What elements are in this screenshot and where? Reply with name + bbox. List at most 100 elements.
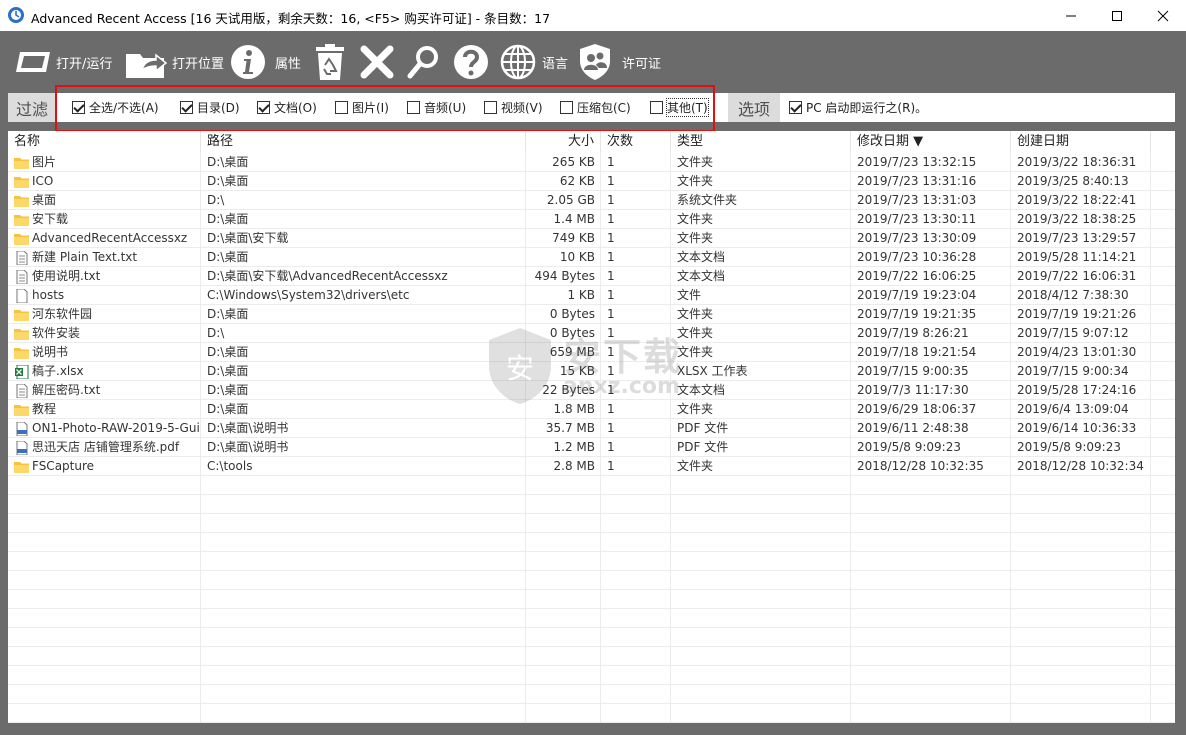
column-header-created[interactable]: 创建日期: [1011, 131, 1151, 153]
cell-created: 2019/5/8 9:09:23: [1017, 440, 1121, 454]
folder-icon: [14, 232, 30, 246]
cell-size: 1 KB: [567, 288, 595, 302]
recycle-button[interactable]: [314, 31, 346, 93]
close-button[interactable]: [1140, 0, 1186, 31]
cell-size: 10 KB: [559, 250, 595, 264]
minimize-button[interactable]: [1048, 0, 1094, 31]
cell-name: 安下载: [8, 210, 201, 229]
file-name: 图片: [32, 155, 57, 169]
cell-path: D:\桌面: [207, 345, 249, 359]
cell-size: 2.8 MB: [553, 459, 595, 473]
checkbox-label: 音频(U): [424, 100, 467, 115]
cell-name: 说明书: [8, 343, 201, 362]
table-row[interactable]: 教程 D:\桌面 1.8 MB 1 文件夹 2019/6/29 18:06:37 2019/…: [8, 400, 1175, 419]
table-row[interactable]: 桌面 D:\ 2.05 GB 1 系统文件夹 2019/7/23 13:31:03 2019…: [8, 191, 1175, 210]
cell-count: 1: [607, 307, 615, 321]
cell-modified: 2019/5/8 9:09:23: [857, 440, 961, 454]
filter-bar: 过滤 全选/不选(A) 目录(D) 文档(O) 图片(I) 音频(U) 视频(V…: [8, 93, 1175, 122]
cell-path: D:\桌面: [207, 250, 249, 264]
cell-type: 文件夹: [677, 155, 714, 169]
table-row[interactable]: ICO D:\桌面 62 KB 1 文件夹 2019/7/23 13:31:16 2019/…: [8, 172, 1175, 191]
column-header-path[interactable]: 路径: [201, 131, 526, 153]
empty-row: [8, 495, 1175, 514]
checkbox-label: 文档(O): [274, 100, 317, 115]
table-row[interactable]: 稿子.xlsx D:\桌面 15 KB 1 XLSX 工作表 2019/7/15 9:00…: [8, 362, 1175, 381]
toolbar: 打开/运行 打开位置 属性 语言 许可证: [0, 31, 1186, 93]
table-row[interactable]: 图片 D:\桌面 265 KB 1 文件夹 2019/7/23 13:32:15 2019/…: [8, 153, 1175, 172]
checkbox-label: PC 启动即运行之(R)。: [806, 100, 928, 115]
table-row[interactable]: ON1-Photo-RAW-2019-5-Gui... D:\桌面\说明书 35.7…: [8, 419, 1175, 438]
open-location-button[interactable]: 打开位置: [124, 31, 224, 93]
cell-name: 思迅天店 店铺管理系统.pdf: [8, 438, 201, 457]
file-name: 新建 Plain Text.txt: [32, 250, 138, 264]
cell-type: 文本文档: [677, 250, 726, 264]
column-header-size[interactable]: 大小: [526, 131, 601, 153]
column-header-type[interactable]: 类型: [671, 131, 851, 153]
cell-type: 文件夹: [677, 231, 714, 245]
table-row[interactable]: FSCapture C:\tools 2.8 MB 1 文件夹 2018/12/28 10…: [8, 457, 1175, 476]
column-header-count[interactable]: 次数: [601, 131, 671, 153]
filter-document-checkbox[interactable]: 文档(O): [257, 99, 317, 115]
help-button[interactable]: [453, 31, 489, 93]
excel-file-icon: [14, 364, 30, 380]
cell-count: 1: [607, 250, 615, 264]
empty-row: [8, 590, 1175, 609]
filter-video-checkbox[interactable]: 视频(V): [484, 99, 543, 115]
license-button[interactable]: 许可证: [578, 31, 661, 93]
folder-icon: [14, 346, 30, 360]
delete-button[interactable]: [360, 31, 394, 93]
language-button[interactable]: 语言: [500, 31, 568, 93]
cell-path: D:\桌面\安下载: [207, 231, 289, 245]
file-name: 思迅天店 店铺管理系统.pdf: [32, 440, 180, 454]
cell-path: D:\桌面: [207, 383, 249, 397]
filter-archive-checkbox[interactable]: 压缩包(C): [560, 99, 631, 115]
table-row[interactable]: 安下载 D:\桌面 1.4 MB 1 文件夹 2019/7/23 13:30:11 2019…: [8, 210, 1175, 229]
cell-name: 河东软件园: [8, 305, 201, 324]
table-row[interactable]: 说明书 D:\桌面 659 MB 1 文件夹 2019/7/18 19:21:54 2019…: [8, 343, 1175, 362]
maximize-button[interactable]: [1094, 0, 1140, 31]
table-row[interactable]: AdvancedRecentAccessxz D:\桌面\安下载 749 KB 1 文件…: [8, 229, 1175, 248]
table-row[interactable]: 思迅天店 店铺管理系统.pdf D:\桌面\说明书 1.2 MB 1 PDF 文件 201…: [8, 438, 1175, 457]
file-name: ICO: [32, 174, 54, 188]
open-run-button[interactable]: 打开/运行: [14, 31, 112, 93]
cell-type: 文件夹: [677, 345, 714, 359]
minimize-icon: [1066, 15, 1076, 16]
file-name: 解压密码.txt: [32, 383, 101, 397]
help-icon: [454, 45, 488, 79]
cell-created: 2019/7/15 9:07:12: [1017, 326, 1129, 340]
checkbox-label: 其他(T): [666, 97, 709, 117]
column-header-modified[interactable]: 修改日期 ▼: [851, 131, 1011, 153]
table-row[interactable]: 解压密码.txt D:\桌面 22 Bytes 1 文本文档 2019/7/3 11:17…: [8, 381, 1175, 400]
cell-modified: 2019/6/11 2:48:38: [857, 421, 969, 435]
pc-startup-checkbox[interactable]: PC 启动即运行之(R)。: [789, 99, 927, 115]
cell-size: 62 KB: [559, 174, 595, 188]
filter-directory-checkbox[interactable]: 目录(D): [180, 99, 240, 115]
filter-image-checkbox[interactable]: 图片(I): [335, 99, 389, 115]
cell-path: C:\tools: [207, 459, 253, 473]
checkbox-box: [180, 100, 193, 114]
cell-modified: 2019/7/23 13:31:03: [857, 193, 977, 207]
table-row[interactable]: 使用说明.txt D:\桌面\安下载\AdvancedRecentAccessxz…: [8, 267, 1175, 286]
cell-path: C:\Windows\System32\drivers\etc: [207, 288, 410, 302]
filter-audio-checkbox[interactable]: 音频(U): [407, 99, 466, 115]
table-row[interactable]: 河东软件园 D:\桌面 0 Bytes 1 文件夹 2019/7/19 19:21:35 2…: [8, 305, 1175, 324]
cell-path: D:\桌面: [207, 155, 249, 169]
table-row[interactable]: 新建 Plain Text.txt D:\桌面 10 KB 1 文本文档 2019/7/2…: [8, 248, 1175, 267]
table-row[interactable]: hosts C:\Windows\System32\drivers\etc 1 KB…: [8, 286, 1175, 305]
filter-select-all-checkbox[interactable]: 全选/不选(A): [72, 99, 159, 115]
cell-name: 新建 Plain Text.txt: [8, 248, 201, 267]
globe-icon: [500, 44, 536, 80]
open-location-label: 打开位置: [172, 56, 225, 72]
cell-name: 桌面: [8, 191, 201, 210]
cell-type: 文件夹: [677, 212, 714, 226]
cell-type: PDF 文件: [677, 440, 729, 454]
cell-size: 1.4 MB: [553, 212, 595, 226]
delete-icon: [360, 45, 394, 79]
folder-icon: [14, 308, 30, 322]
column-header-name[interactable]: 名称: [8, 131, 201, 153]
filter-other-checkbox[interactable]: 其他(T): [650, 97, 709, 117]
cell-path: D:\桌面: [207, 174, 249, 188]
table-row[interactable]: 软件安装 D:\ 0 Bytes 1 文件夹 2019/7/19 8:26:21 2019/…: [8, 324, 1175, 343]
search-button[interactable]: [406, 31, 440, 93]
properties-button[interactable]: 属性: [230, 31, 301, 93]
